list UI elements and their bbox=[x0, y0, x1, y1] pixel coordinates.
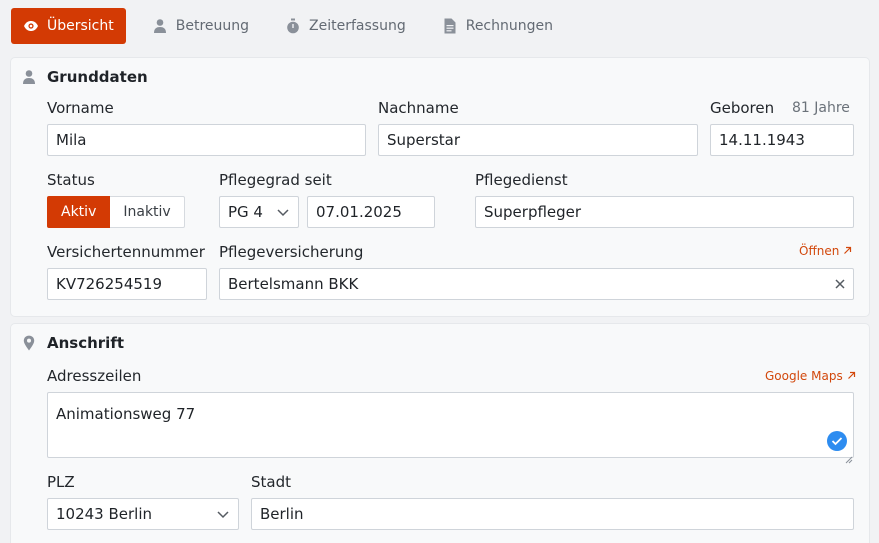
tab-label: Zeiterfassung bbox=[309, 18, 406, 34]
anschrift-card: Anschrift Adresszeilen Google Maps Anima… bbox=[11, 324, 869, 543]
status-inaktiv-button[interactable]: Inaktiv bbox=[110, 196, 185, 228]
pflegedienst-input[interactable]: Superpfleger bbox=[475, 196, 854, 228]
geboren-label: Geboren bbox=[710, 99, 775, 117]
tab-label: Betreuung bbox=[175, 18, 250, 34]
status-label: Status bbox=[47, 171, 95, 189]
chevron-down-icon bbox=[216, 509, 230, 519]
google-maps-link-label: Google Maps bbox=[765, 369, 843, 383]
vorname-input[interactable]: Mila bbox=[47, 124, 366, 156]
person-icon bbox=[152, 18, 168, 34]
pflegegrad-select[interactable]: PG 4 bbox=[219, 196, 299, 228]
tab-label: Übersicht bbox=[47, 18, 114, 34]
clear-icon[interactable] bbox=[834, 278, 846, 290]
plz-label: PLZ bbox=[47, 473, 75, 491]
pflegegrad-date-input[interactable]: 07.01.2025 bbox=[307, 196, 435, 228]
stadt-input[interactable]: Berlin bbox=[251, 498, 854, 530]
pflegeversicherung-input[interactable]: Bertelsmann BKK bbox=[219, 268, 854, 300]
pflegedienst-label: Pflegedienst bbox=[475, 171, 568, 189]
vorname-label: Vorname bbox=[47, 99, 114, 117]
status-aktiv-button[interactable]: Aktiv bbox=[47, 196, 111, 228]
oeffnen-link-label: Öffnen bbox=[799, 244, 840, 258]
age-text: 81 Jahre bbox=[792, 100, 850, 116]
resize-handle-icon[interactable] bbox=[845, 449, 853, 464]
stopwatch-icon bbox=[285, 18, 301, 34]
chevron-down-icon bbox=[276, 207, 290, 217]
tab-uebersicht[interactable]: Übersicht bbox=[11, 8, 126, 44]
external-link-icon bbox=[847, 369, 856, 383]
tab-zeiterfassung[interactable]: Zeiterfassung bbox=[271, 8, 420, 44]
section-header: Grunddaten bbox=[21, 68, 148, 86]
nachname-input[interactable]: Superstar bbox=[378, 124, 698, 156]
grunddaten-card: Grunddaten Vorname Mila Nachname Superst… bbox=[11, 58, 869, 316]
section-title: Anschrift bbox=[47, 334, 125, 352]
oeffnen-link[interactable]: Öffnen bbox=[799, 244, 852, 258]
document-icon bbox=[442, 18, 458, 34]
plz-select[interactable]: 10243 Berlin bbox=[47, 498, 239, 530]
versichertennummer-label: Versichertennummer bbox=[47, 243, 205, 261]
tab-betreuung[interactable]: Betreuung bbox=[138, 8, 263, 44]
location-pin-icon bbox=[21, 335, 37, 351]
section-title: Grunddaten bbox=[47, 68, 148, 86]
person-icon bbox=[21, 69, 37, 85]
section-header: Anschrift bbox=[21, 334, 124, 352]
pflegegrad-value: PG 4 bbox=[228, 203, 263, 221]
tab-label: Rechnungen bbox=[465, 18, 553, 34]
adresszeilen-textarea[interactable]: Animationsweg 77 bbox=[47, 392, 854, 458]
status-toggle: Aktiv Inaktiv bbox=[47, 196, 185, 228]
pflegegrad-label: Pflegegrad seit bbox=[219, 171, 332, 189]
versichertennummer-input[interactable]: KV726254519 bbox=[47, 268, 207, 300]
tab-bar: Übersicht Betreuung Zeiterfassung Rechnu… bbox=[11, 8, 567, 44]
check-icon bbox=[827, 431, 847, 451]
eye-icon bbox=[23, 18, 39, 34]
nachname-label: Nachname bbox=[378, 99, 459, 117]
plz-value: 10243 Berlin bbox=[56, 505, 153, 523]
google-maps-link[interactable]: Google Maps bbox=[765, 369, 856, 383]
pflegeversicherung-label: Pflegeversicherung bbox=[219, 243, 364, 261]
external-link-icon bbox=[843, 244, 852, 258]
stadt-label: Stadt bbox=[251, 473, 291, 491]
adresszeilen-label: Adresszeilen bbox=[47, 367, 142, 385]
tab-rechnungen[interactable]: Rechnungen bbox=[428, 8, 567, 44]
birthdate-input[interactable]: 14.11.1943 bbox=[710, 124, 854, 156]
